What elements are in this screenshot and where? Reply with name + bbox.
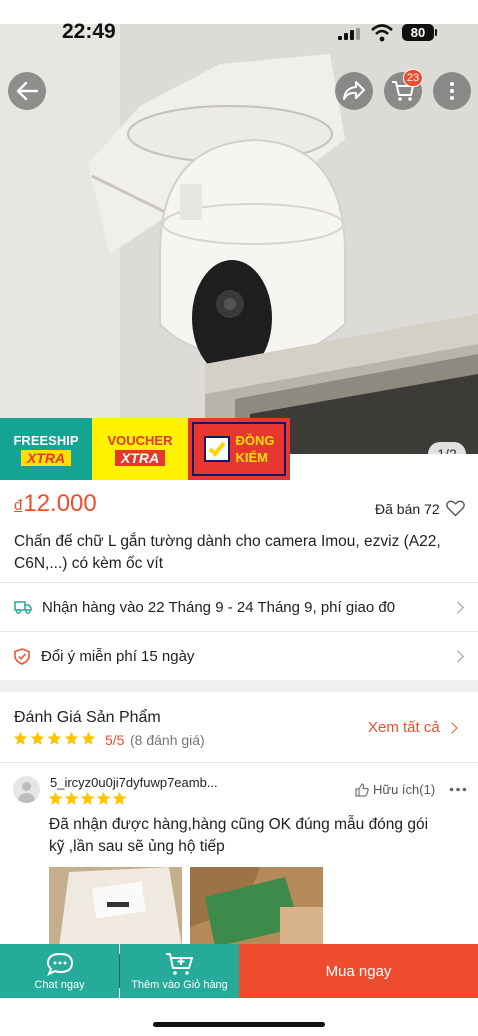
product-image[interactable]: 23 1/2 — [0, 24, 478, 454]
price: đ 12.000 — [14, 490, 97, 518]
reviews-rating: 5/5 — [105, 732, 125, 748]
product-title: Chấn đế chữ L gắn tường dành cho camera … — [14, 533, 441, 572]
section-separator — [0, 680, 478, 692]
more-vertical-icon — [450, 82, 454, 100]
helpful-button[interactable]: Hữu ích(1) — [355, 782, 435, 797]
review-text-line-2: kỹ ,lần sau sẽ ủng hộ tiếp — [49, 838, 225, 855]
reviewer-name: 5_ircyz0u0ji7dyfuwp7eamb... — [50, 775, 218, 790]
thumbs-up-icon — [355, 782, 369, 797]
review-stars — [48, 791, 128, 806]
heart-icon[interactable] — [446, 500, 465, 517]
more-button[interactable] — [433, 72, 471, 110]
bottom-action-bar: Chat ngay Thêm vào Giỏ hàng Mua ngay — [0, 944, 478, 998]
reviews-summary-stars — [13, 731, 98, 746]
freeship-badge: FREESHIP XTRA — [0, 418, 92, 480]
cart-plus-icon — [165, 952, 193, 975]
status-bar: 22:49 80 — [0, 0, 478, 43]
chat-icon — [46, 952, 73, 976]
voucher-badge: VOUCHER XTRA — [92, 418, 188, 480]
star-icon — [81, 731, 96, 745]
promo-badges: FREESHIP XTRA VOUCHER XTRA ĐỒNG KIỂM — [0, 418, 290, 480]
price-value: 12.000 — [23, 490, 97, 517]
star-icon — [80, 791, 95, 805]
shipping-row[interactable]: Nhận hàng vào 22 Tháng 9 - 24 Tháng 9, p… — [0, 583, 478, 631]
chevron-right-icon — [451, 600, 464, 614]
sold-count: Đã bán 72 — [375, 501, 440, 517]
shield-icon — [14, 647, 30, 665]
truck-icon — [14, 601, 32, 614]
status-time: 22:49 — [62, 20, 116, 43]
star-icon — [30, 731, 45, 745]
chevron-right-icon — [451, 649, 464, 663]
battery-level: 80 — [410, 25, 426, 40]
star-icon — [96, 791, 111, 805]
wifi-icon — [371, 24, 393, 42]
cart-button[interactable]: 23 — [384, 69, 423, 110]
share-icon — [343, 81, 365, 100]
review-photo[interactable] — [190, 867, 323, 947]
cart-count: 23 — [406, 72, 420, 84]
return-policy-text: Đổi ý miễn phí 15 ngày — [41, 647, 195, 665]
review-photo[interactable] — [49, 867, 182, 947]
check-icon — [203, 436, 230, 462]
shipping-text: Nhận hàng vào 22 Tháng 9 - 24 Tháng 9, p… — [42, 598, 396, 616]
star-icon — [48, 791, 63, 805]
share-button[interactable] — [335, 72, 373, 110]
review-text-line-1: Đã nhận được hàng,hàng cũng OK đúng mẫu … — [49, 816, 429, 833]
more-horizontal-icon[interactable] — [449, 787, 467, 792]
star-icon — [64, 731, 79, 745]
cart-count-badge: 23 — [403, 69, 423, 87]
arrow-left-icon — [16, 81, 38, 101]
buy-now-button[interactable]: Mua ngay — [239, 944, 478, 998]
reviewer-avatar[interactable] — [13, 776, 40, 803]
signal-icon — [338, 28, 360, 40]
chat-button[interactable]: Chat ngay — [0, 944, 119, 998]
reviews-heading: Đánh Giá Sản Phẩm — [14, 709, 161, 726]
add-to-cart-button[interactable]: Thêm vào Giỏ hàng — [120, 944, 239, 998]
chevron-right-icon — [446, 721, 458, 734]
battery-icon: 80 — [402, 24, 434, 41]
return-policy-row[interactable]: Đổi ý miễn phí 15 ngày — [0, 632, 478, 680]
back-button[interactable] — [8, 72, 46, 110]
star-icon — [47, 731, 62, 745]
home-indicator — [153, 1022, 325, 1027]
star-icon — [13, 731, 28, 745]
currency-symbol: đ — [14, 497, 23, 514]
star-icon — [112, 791, 127, 805]
star-icon — [64, 791, 79, 805]
dongkiem-badge: ĐỒNG KIỂM — [188, 418, 290, 480]
see-all-link[interactable]: Xem tất cả — [368, 719, 458, 736]
reviews-count: (8 đánh giá) — [130, 732, 205, 748]
image-counter: 1/2 — [428, 442, 466, 454]
